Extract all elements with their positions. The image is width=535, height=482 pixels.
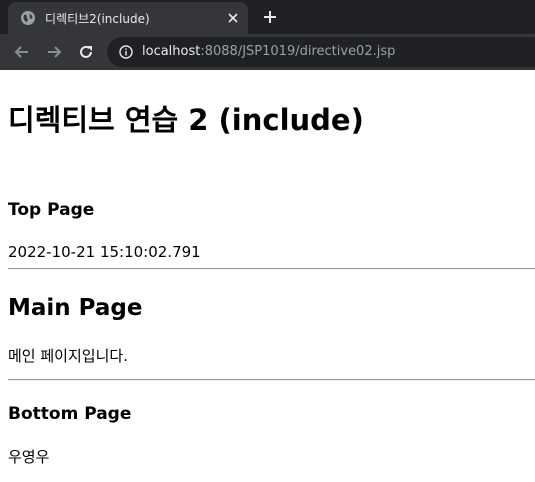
tab-title: 디렉티브2(include) bbox=[45, 12, 150, 26]
browser-tab[interactable]: 디렉티브2(include) bbox=[8, 2, 248, 34]
bottom-page-text: 우영우 bbox=[8, 448, 50, 466]
main-page-text: 메인 페이지입니다. bbox=[8, 347, 128, 365]
page-content: 디렉티브 연습 2 (include) Top Page 2022-10-21 … bbox=[0, 70, 535, 482]
forward-arrow-icon[interactable] bbox=[45, 43, 63, 61]
divider bbox=[8, 268, 535, 270]
globe-icon bbox=[21, 11, 35, 25]
info-icon[interactable] bbox=[119, 45, 133, 59]
close-icon[interactable] bbox=[226, 11, 240, 25]
bottom-page-title: Bottom Page bbox=[8, 404, 132, 424]
reload-icon[interactable] bbox=[77, 43, 95, 61]
page-title: 디렉티브 연습 2 (include) bbox=[8, 103, 364, 137]
tab-strip: 디렉티브2(include) bbox=[0, 0, 535, 34]
url-host: localhost bbox=[142, 44, 201, 59]
browser-toolbar: localhost:8088/JSP1019/directive02.jsp bbox=[0, 34, 535, 70]
url-path: :8088/JSP1019/directive02.jsp bbox=[200, 44, 396, 59]
address-bar[interactable]: localhost:8088/JSP1019/directive02.jsp bbox=[107, 37, 535, 67]
back-arrow-icon[interactable] bbox=[13, 43, 31, 61]
main-page-title: Main Page bbox=[8, 295, 143, 321]
new-tab-icon[interactable] bbox=[262, 9, 278, 25]
top-page-title: Top Page bbox=[8, 200, 95, 220]
divider bbox=[8, 379, 535, 381]
timestamp-text: 2022-10-21 15:10:02.791 bbox=[8, 243, 201, 261]
url-text[interactable]: localhost:8088/JSP1019/directive02.jsp bbox=[142, 44, 395, 59]
